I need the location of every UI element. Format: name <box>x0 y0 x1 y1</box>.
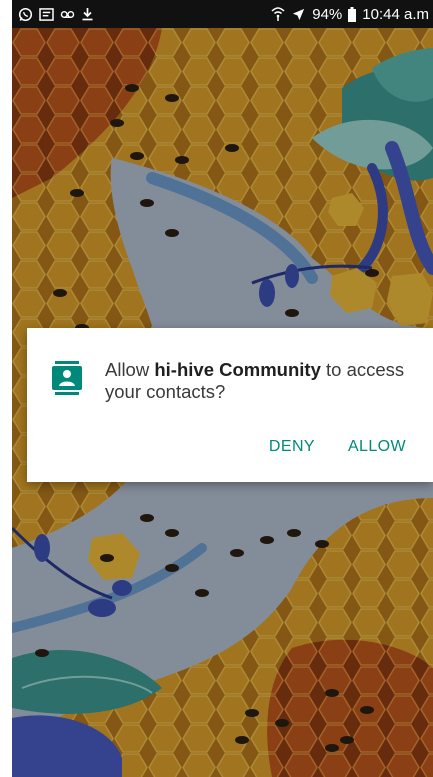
whatsapp-icon <box>18 7 33 22</box>
dialog-actions: DENY ALLOW <box>269 438 406 456</box>
permission-dialog: Allow hi-hive Community to access your c… <box>27 328 433 482</box>
app-name: hi-hive Community <box>154 359 321 380</box>
download-icon <box>81 7 94 21</box>
wifi-calling-icon <box>271 6 285 22</box>
status-left-icons <box>18 7 94 22</box>
voicemail-icon <box>60 8 75 21</box>
dialog-message-prefix: Allow <box>105 359 155 380</box>
status-right-icons: 94% 10:44 a.m <box>271 6 429 23</box>
battery-percent: 94% <box>312 5 343 23</box>
contacts-permission-icon <box>52 361 82 395</box>
airplane-mode-icon <box>291 7 306 22</box>
phone-screen: 94% 10:44 a.m Allow hi-hive Community to… <box>0 0 433 777</box>
battery-icon <box>348 6 357 22</box>
deny-button[interactable]: DENY <box>269 438 315 456</box>
dialog-message: Allow hi-hive Community to access your c… <box>105 359 425 403</box>
clock: 10:44 a.m <box>362 5 429 23</box>
status-bar: 94% 10:44 a.m <box>12 0 433 28</box>
allow-button[interactable]: ALLOW <box>348 438 406 456</box>
message-icon <box>39 7 54 21</box>
